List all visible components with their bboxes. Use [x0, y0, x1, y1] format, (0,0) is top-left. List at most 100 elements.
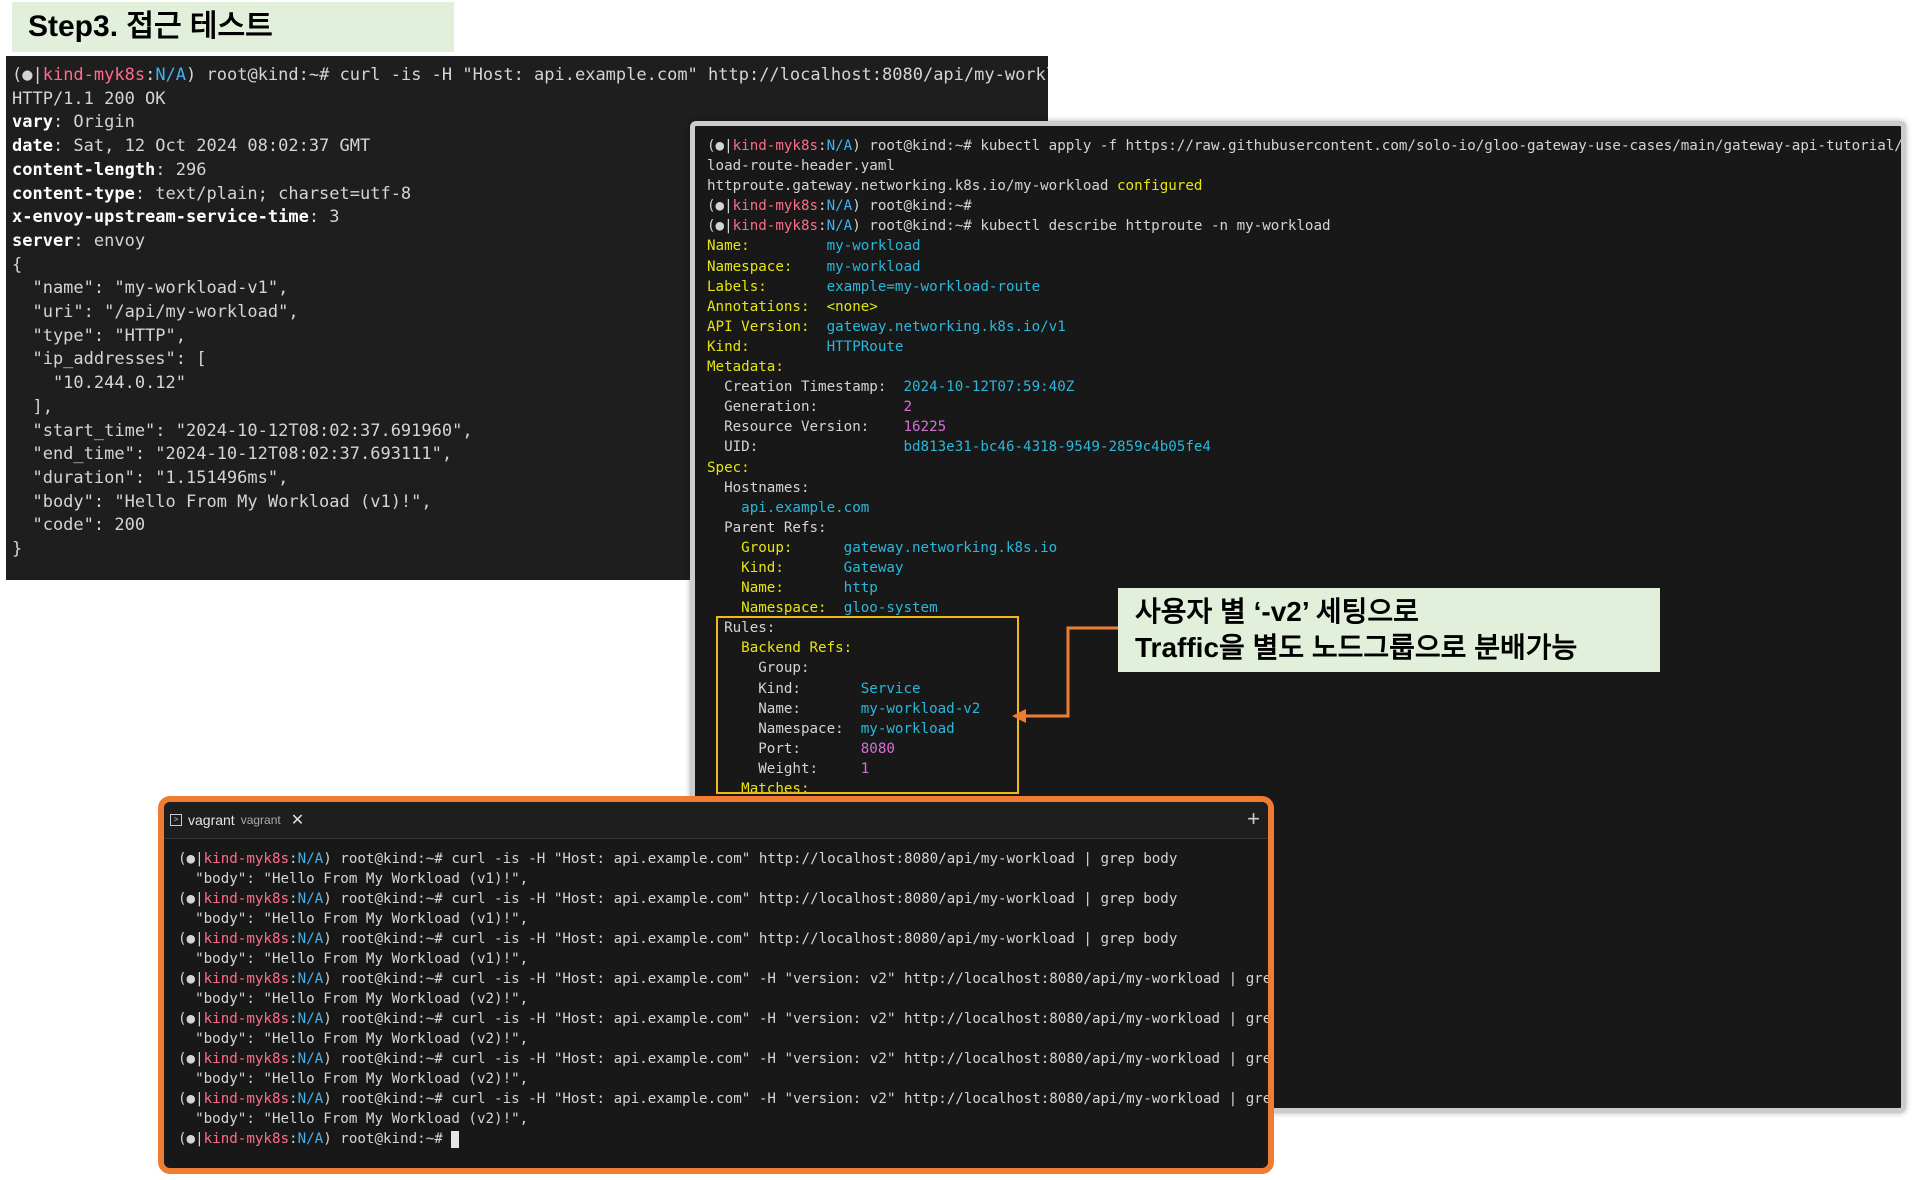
terminal-text: ) root@kind:~# kubectl apply -f https://…	[852, 138, 1906, 154]
terminal-text: :	[818, 198, 827, 215]
terminal-text: N/A	[297, 1051, 324, 1067]
terminal-text: Creation Timestamp:	[707, 379, 904, 396]
terminal-line: "body": "Hello From My Workload (v1)!",	[178, 949, 1268, 969]
terminal-text: my-workload	[826, 258, 921, 275]
terminal-text: : text/plain; charset=utf-8	[134, 183, 412, 204]
terminal-text: "duration": "1.151496ms",	[12, 467, 289, 488]
terminal-text: kind-myk8s	[732, 218, 819, 235]
terminal-text: ) root@kind:~#	[323, 1131, 452, 1147]
terminal-text: gateway.networking.k8s.io	[843, 539, 1058, 556]
terminal-line: (●|kind-myk8s:N/A) root@kind:~# kubectl …	[707, 216, 1901, 236]
terminal-text: ) root@kind:~# curl -is -H "Host: api.ex…	[323, 1011, 1274, 1027]
terminal-text: kind-myk8s	[203, 1011, 290, 1027]
terminal-text: UID:	[707, 439, 904, 456]
terminal-text: "code": 200	[12, 515, 146, 536]
new-tab-plus-icon[interactable]: +	[1247, 806, 1260, 832]
terminal-text: kind-myk8s	[732, 138, 819, 154]
terminal-text: (●|	[178, 851, 204, 867]
terminal-text: (●|	[12, 65, 43, 85]
terminal-line: (●|kind-myk8s:N/A) root@kind:~# curl -is…	[178, 1049, 1268, 1069]
terminal-line: (●|kind-myk8s:N/A) root@kind:~# curl -is…	[12, 64, 1048, 88]
terminal-line: (●|kind-myk8s:N/A) root@kind:~# curl -is…	[178, 969, 1268, 989]
terminal-text: "body": "Hello From My Workload (v1)!",	[12, 491, 432, 512]
terminal-text: api.example.com	[707, 499, 870, 516]
terminal-text: configured	[1117, 178, 1203, 195]
terminal-line: Kind: HTTPRoute	[707, 337, 1901, 357]
terminal-text: :	[289, 1131, 298, 1147]
terminal-cursor[interactable]	[451, 1130, 460, 1148]
terminal-text: :	[289, 1051, 298, 1067]
terminal-text: Group:	[707, 539, 793, 556]
tab-subtitle: vagrant	[240, 813, 281, 827]
terminal-text: Name:	[707, 238, 750, 255]
terminal-text: content-length	[12, 159, 156, 180]
terminal-text: :	[818, 138, 827, 154]
terminal-text: :	[145, 65, 156, 85]
terminal-text: {	[12, 254, 23, 275]
terminal-text: Resource Version:	[707, 419, 904, 436]
terminal-text: ) root@kind:~# curl -is -H "Host: api.ex…	[323, 1051, 1274, 1067]
close-icon[interactable]: ✕	[291, 810, 304, 830]
terminal-text: (●|	[178, 1091, 204, 1107]
terminal-text: Annotations:	[707, 298, 810, 315]
terminal-text: server	[12, 230, 74, 251]
terminal-line: httproute.gateway.networking.k8s.io/my-w…	[707, 176, 1901, 196]
page-heading: Step3. 접근 테스트	[12, 2, 454, 52]
terminal-text: "body": "Hello From My Workload (v2)!",	[178, 1071, 529, 1087]
terminal-text: "type": "HTTP",	[12, 325, 186, 346]
terminal-line: (●|kind-myk8s:N/A) root@kind:~#	[707, 196, 1901, 216]
terminal-text: N/A	[297, 1011, 324, 1027]
terminal-line: "body": "Hello From My Workload (v2)!",	[178, 989, 1268, 1009]
terminal-line: "body": "Hello From My Workload (v2)!",	[178, 1029, 1268, 1049]
terminal-text: N/A	[297, 891, 324, 907]
annotation-callout: 사용자 별 ‘-v2’ 세팅으로 Traffic을 별도 노드그룹으로 분배가능	[1118, 588, 1660, 672]
terminal-text: (●|	[178, 1011, 204, 1027]
terminal-line: Creation Timestamp: 2024-10-12T07:59:40Z	[707, 377, 1901, 397]
terminal-text: :	[818, 218, 827, 235]
terminal-text: N/A	[826, 198, 853, 215]
terminal-line: load-route-header.yaml	[707, 156, 1901, 176]
terminal-line: (●|kind-myk8s:N/A) root@kind:~# curl -is…	[178, 929, 1268, 949]
terminal-text: ) root@kind:~# curl -is -H "Host: api.ex…	[323, 851, 1178, 867]
terminal-line: Labels: example=my-workload-route	[707, 277, 1901, 297]
terminal-text: http	[843, 580, 878, 597]
terminal-text: N/A	[297, 1131, 324, 1147]
terminal-line: Resource Version: 16225	[707, 417, 1901, 437]
terminal-text: ) root@kind:~# curl -is -H "Host: api.ex…	[323, 891, 1178, 907]
terminal-line: Parent Refs:	[707, 518, 1901, 538]
terminal-line: HTTP/1.1 200 OK	[12, 88, 1042, 112]
terminal-text: N/A	[826, 138, 853, 154]
terminal-text: "body": "Hello From My Workload (v1)!",	[178, 871, 529, 887]
tab-vagrant[interactable]: > vagrant vagrant ✕	[170, 810, 304, 830]
terminal-text: ) root@kind:~# curl -is -H "Host: api.ex…	[323, 971, 1274, 987]
terminal-text: N/A	[297, 851, 324, 867]
terminal-line: (●|kind-myk8s:N/A) root@kind:~# curl -is…	[178, 889, 1268, 909]
terminal-text: "body": "Hello From My Workload (v2)!",	[178, 1031, 529, 1047]
terminal-line: Annotations: <none>	[707, 297, 1901, 317]
callout-line-1: 사용자 별 ‘-v2’ 세팅으로	[1135, 596, 1419, 627]
terminal-text: "body": "Hello From My Workload (v1)!",	[178, 911, 529, 927]
terminal-line: (●|kind-myk8s:N/A) root@kind:~# curl -is…	[178, 1009, 1268, 1029]
terminal-text: kind-myk8s	[203, 931, 290, 947]
terminal-text: :	[289, 891, 298, 907]
terminal-text: "end_time": "2024-10-12T08:02:37.693111"…	[12, 444, 453, 465]
terminal-line: Name: my-workload	[707, 236, 1901, 256]
terminal-text: HTTPRoute	[826, 338, 904, 355]
terminal-line: Metadata:	[707, 357, 1901, 377]
terminal-text: N/A	[297, 931, 324, 947]
terminal-line: "body": "Hello From My Workload (v2)!",	[178, 1109, 1268, 1129]
terminal-text: N/A	[297, 1091, 324, 1107]
terminal-text: ) root@kind:~# curl -is -H "Host: api.ex…	[186, 65, 1048, 85]
terminal-text: kind-myk8s	[732, 198, 819, 215]
terminal-text: :	[289, 971, 298, 987]
terminal-text: Hostnames:	[707, 479, 810, 496]
terminal-text: kind-myk8s	[203, 1091, 290, 1107]
terminal-line: Hostnames:	[707, 478, 1901, 498]
